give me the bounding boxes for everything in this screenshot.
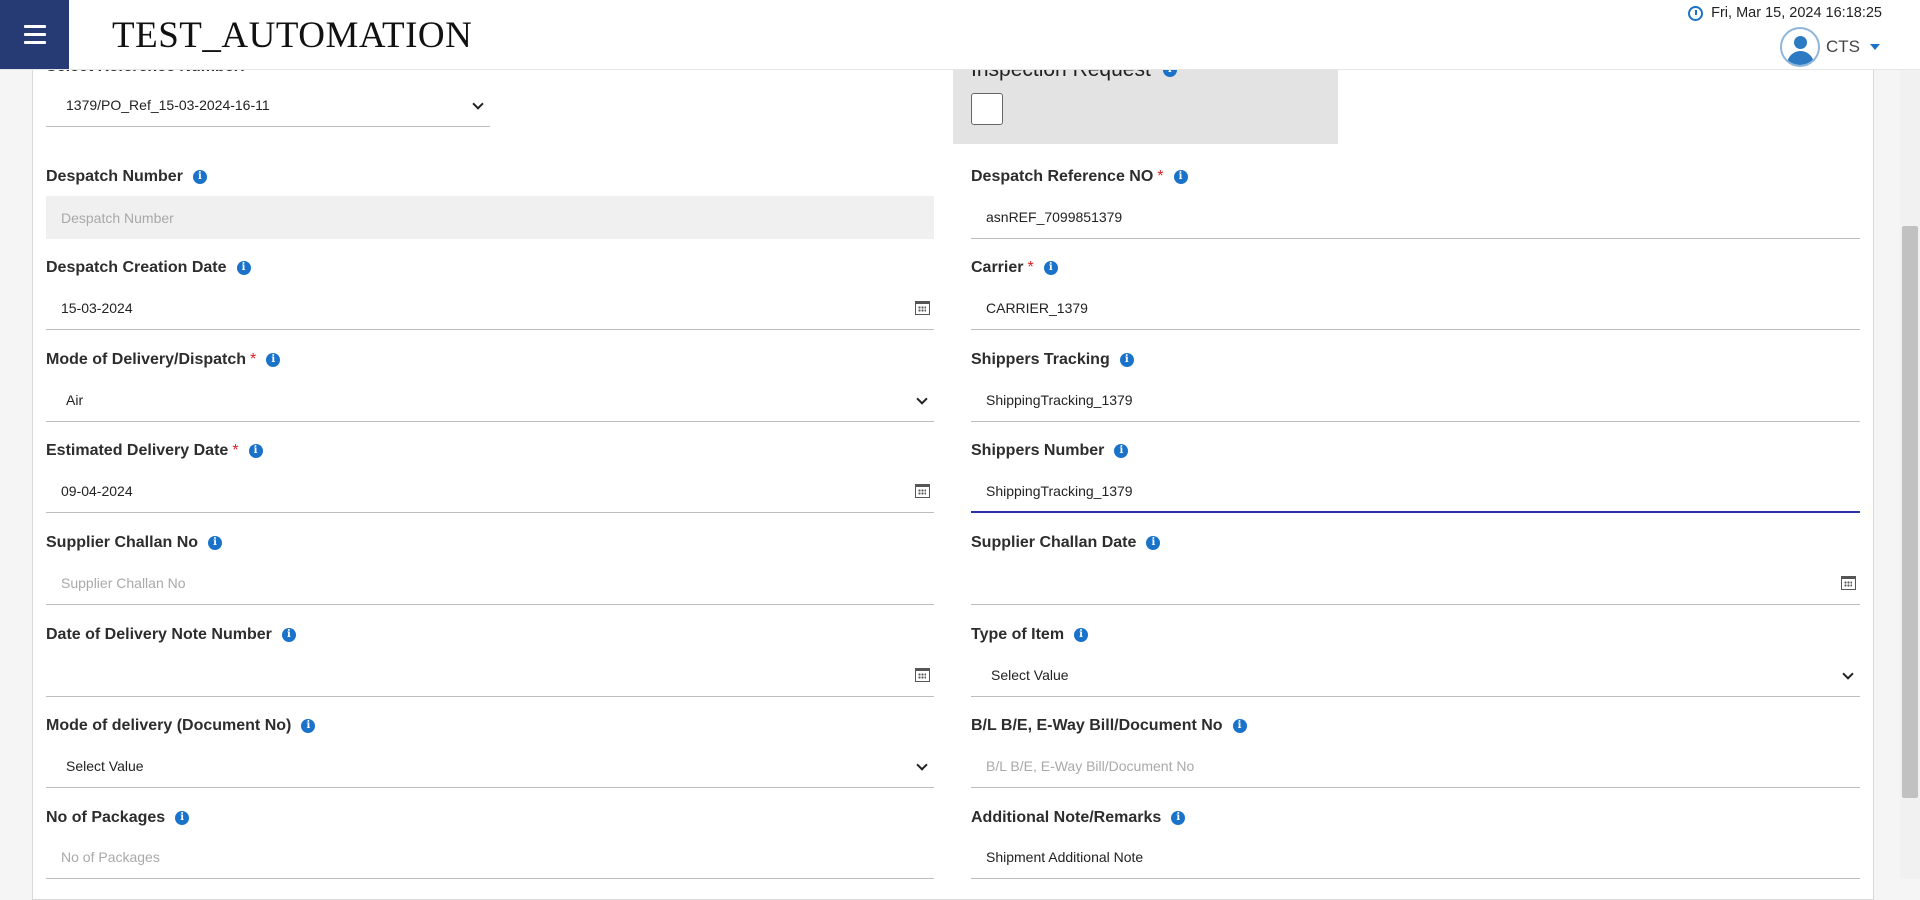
info-icon[interactable]: i	[1171, 811, 1186, 825]
despatch-number-label: Despatch Number i	[46, 168, 207, 186]
additional-note-input[interactable]: Shipment Additional Note	[971, 836, 1860, 879]
shippers-number-input[interactable]: ShippingTracking_1379	[971, 470, 1860, 513]
carrier-label: Carrier * i	[971, 259, 1058, 277]
info-icon[interactable]: i	[1173, 170, 1188, 184]
despatch-creation-date-input[interactable]: 15-03-2024	[46, 287, 934, 330]
reference-select[interactable]: 1379/PO_Ref_15-03-2024-16-11	[46, 84, 490, 127]
menu-icon[interactable]	[0, 0, 69, 69]
chevron-down-icon	[916, 393, 928, 405]
info-icon[interactable]: i	[301, 719, 316, 733]
despatch-number-field: Despatch Number	[46, 196, 934, 239]
inspection-request-checkbox[interactable]	[971, 93, 1003, 125]
mode-of-delivery-doc-select[interactable]: Select Value	[46, 745, 934, 788]
datetime-display: Fri, Mar 15, 2024 16:18:25	[1688, 5, 1882, 21]
vertical-scrollbar[interactable]	[1900, 70, 1920, 879]
inspection-request-panel: Inspection Request i	[953, 58, 1338, 144]
info-icon[interactable]: i	[248, 444, 263, 458]
no-of-packages-input[interactable]: No of Packages	[46, 836, 934, 879]
info-icon[interactable]: i	[1232, 719, 1247, 733]
info-icon[interactable]: i	[281, 628, 296, 642]
calendar-icon[interactable]	[915, 668, 930, 682]
delivery-note-date-input[interactable]	[46, 654, 934, 697]
shippers-tracking-input[interactable]: ShippingTracking_1379	[971, 379, 1860, 422]
supplier-challan-no-label: Supplier Challan No i	[46, 534, 223, 552]
despatch-creation-date-label: Despatch Creation Date i	[46, 259, 251, 277]
chevron-down-icon	[1842, 668, 1854, 680]
info-icon[interactable]: i	[1119, 353, 1134, 367]
mode-of-delivery-label: Mode of Delivery/Dispatch * i	[46, 351, 281, 369]
info-icon[interactable]: i	[266, 353, 281, 367]
supplier-challan-no-input[interactable]: Supplier Challan No	[46, 562, 934, 605]
info-icon[interactable]: i	[175, 811, 190, 825]
bl-document-no-label: B/L B/E, E-Way Bill/Document No i	[971, 717, 1247, 735]
estimated-delivery-date-input[interactable]: 09-04-2024	[46, 470, 934, 513]
despatch-reference-input[interactable]: asnREF_7099851379	[971, 196, 1860, 239]
mode-of-delivery-doc-label: Mode of delivery (Document No) i	[46, 717, 316, 735]
chevron-down-icon	[916, 759, 928, 771]
user-avatar-icon	[1780, 27, 1820, 67]
mode-of-delivery-select[interactable]: Air	[46, 379, 934, 422]
supplier-challan-date-label: Supplier Challan Date i	[971, 534, 1161, 552]
clock-icon	[1688, 5, 1704, 21]
top-bar: TEST_AUTOMATION Fri, Mar 15, 2024 16:18:…	[0, 0, 1920, 70]
info-icon[interactable]: i	[1043, 261, 1058, 275]
scrollbar-thumb[interactable]	[1902, 226, 1918, 798]
info-icon[interactable]: i	[236, 261, 251, 275]
info-icon[interactable]: i	[192, 170, 207, 184]
datetime-text: Fri, Mar 15, 2024 16:18:25	[1711, 5, 1882, 21]
app-title: TEST_AUTOMATION	[112, 15, 473, 56]
additional-note-label: Additional Note/Remarks i	[971, 809, 1186, 827]
shippers-tracking-label: Shippers Tracking i	[971, 351, 1134, 369]
user-name: CTS	[1826, 37, 1860, 56]
bl-document-no-input[interactable]: B/L B/E, E-Way Bill/Document No	[971, 745, 1860, 788]
info-icon[interactable]: i	[1074, 628, 1089, 642]
estimated-delivery-date-label: Estimated Delivery Date * i	[46, 442, 263, 460]
user-menu[interactable]: CTS	[1780, 27, 1880, 67]
no-of-packages-label: No of Packages i	[46, 809, 190, 827]
despatch-reference-label: Despatch Reference NO * i	[971, 168, 1188, 186]
delivery-note-date-label: Date of Delivery Note Number i	[46, 626, 296, 644]
shippers-number-label: Shippers Number i	[971, 442, 1129, 460]
supplier-challan-date-input[interactable]	[971, 562, 1860, 605]
chevron-down-icon	[472, 98, 484, 110]
type-of-item-select[interactable]: Select Value	[971, 654, 1860, 697]
calendar-icon[interactable]	[1841, 576, 1856, 590]
calendar-icon[interactable]	[915, 484, 930, 498]
info-icon[interactable]: i	[208, 536, 223, 550]
info-icon[interactable]: i	[1114, 444, 1129, 458]
type-of-item-label: Type of Item i	[971, 626, 1089, 644]
info-icon[interactable]: i	[1146, 536, 1161, 550]
carrier-input[interactable]: CARRIER_1379	[971, 287, 1860, 330]
caret-down-icon	[1870, 44, 1880, 50]
calendar-icon[interactable]	[915, 301, 930, 315]
